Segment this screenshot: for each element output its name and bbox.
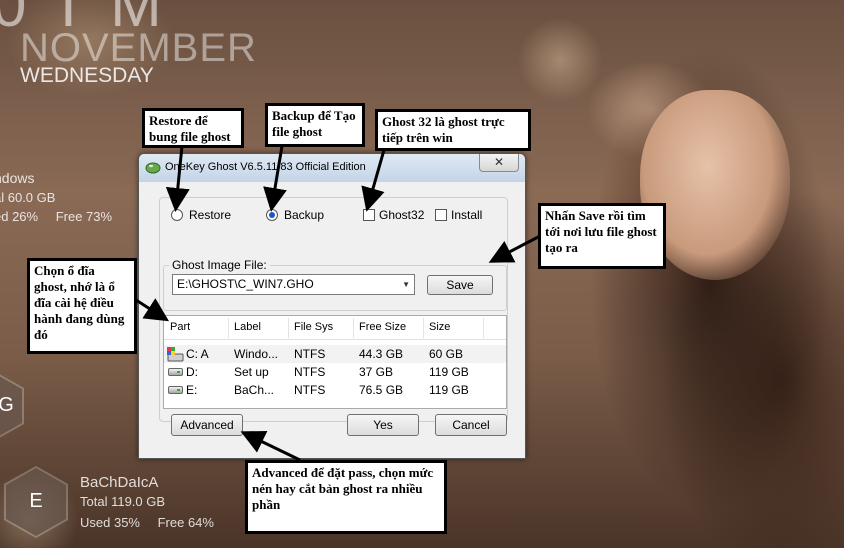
annotation-ghost32: Ghost 32 là ghost trực tiếp trên win bbox=[375, 109, 531, 151]
annotation-drive: Chọn ổ đĩa ghost, nhớ là ổ đĩa cài hệ đi… bbox=[27, 258, 137, 354]
arrow-backup bbox=[263, 145, 287, 212]
arrow-restore bbox=[165, 145, 190, 212]
annotation-advanced: Advanced để đặt pass, chọn mức nén hay c… bbox=[245, 460, 447, 534]
arrow-advanced bbox=[240, 430, 301, 462]
annotation-restore: Restore để bung file ghost bbox=[142, 108, 244, 148]
arrow-drive bbox=[135, 298, 170, 322]
annotation-save: Nhấn Save rồi tìm tới nơi lưu file ghost… bbox=[538, 203, 666, 269]
arrow-ghost32 bbox=[361, 149, 386, 212]
annotation-backup: Backup để Tạo file ghost bbox=[265, 103, 365, 147]
arrow-save bbox=[488, 234, 541, 263]
